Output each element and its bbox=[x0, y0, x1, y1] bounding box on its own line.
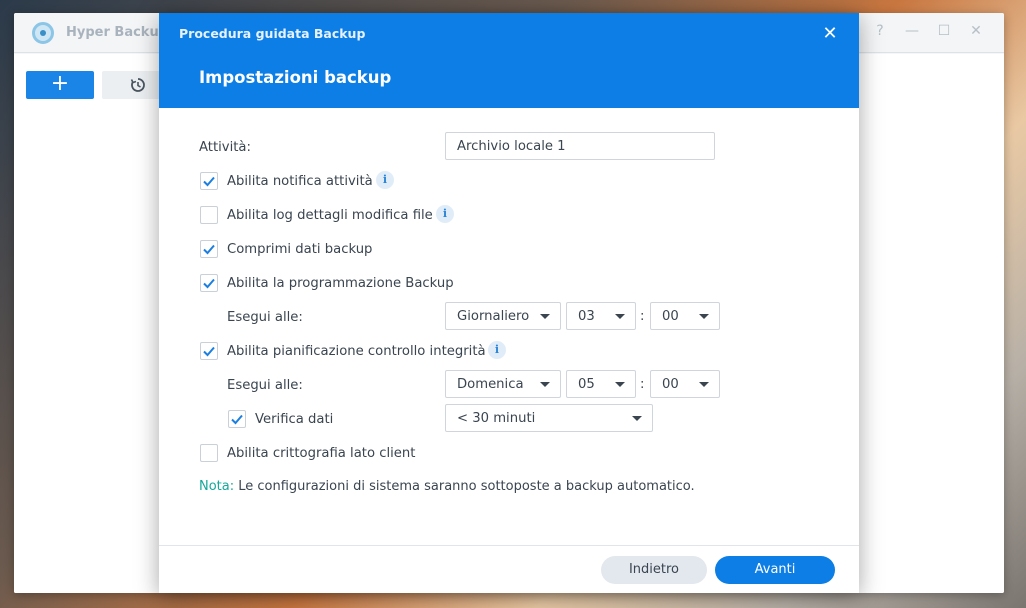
dialog-content: Attività: Abilita notifica attività i Ab… bbox=[159, 108, 859, 545]
compress-checkbox[interactable] bbox=[200, 240, 218, 258]
minimize-icon[interactable]: — bbox=[903, 23, 921, 39]
chevron-down-icon bbox=[615, 382, 625, 387]
hyper-backup-logo-icon bbox=[32, 22, 54, 44]
backup-wizard-dialog: Procedura guidata Backup ✕ Impostazioni … bbox=[159, 13, 859, 593]
time-separator: : bbox=[640, 309, 645, 324]
maximize-icon[interactable]: ☐ bbox=[935, 23, 953, 39]
notify-label: Abilita notifica attività bbox=[227, 174, 373, 189]
log-info-icon[interactable]: i bbox=[436, 205, 454, 223]
time-separator: : bbox=[640, 377, 645, 392]
add-task-button[interactable]: + bbox=[26, 71, 94, 99]
verify-label: Verifica dati bbox=[255, 412, 334, 427]
dialog-footer: Indietro Avanti bbox=[159, 545, 859, 593]
checkmark-icon bbox=[203, 346, 215, 357]
integrity-label: Abilita pianificazione controllo integri… bbox=[227, 344, 486, 359]
compress-label: Comprimi dati backup bbox=[227, 242, 373, 257]
log-label: Abilita log dettagli modifica file bbox=[227, 208, 433, 223]
schedule-minute-select[interactable]: 00 bbox=[650, 302, 720, 330]
integrity-day-value: Domenica bbox=[457, 377, 524, 392]
note: Nota: Le configurazioni di sistema saran… bbox=[199, 479, 695, 494]
integrity-run-label: Esegui alle: bbox=[227, 378, 303, 393]
back-button[interactable]: Indietro bbox=[601, 556, 707, 584]
close-icon[interactable]: ✕ bbox=[821, 23, 839, 44]
next-button[interactable]: Avanti bbox=[715, 556, 835, 584]
dialog-header: Procedura guidata Backup ✕ Impostazioni … bbox=[159, 13, 859, 108]
note-label: Nota: bbox=[199, 479, 235, 494]
app-sidebar: + bbox=[14, 54, 170, 593]
app-close-icon[interactable]: ✕ bbox=[967, 23, 985, 39]
notify-info-icon[interactable]: i bbox=[376, 171, 394, 189]
task-label: Attività: bbox=[199, 140, 251, 155]
chevron-down-icon bbox=[540, 382, 550, 387]
schedule-frequency-value: Giornaliero bbox=[457, 309, 530, 324]
schedule-label: Abilita la programmazione Backup bbox=[227, 276, 454, 291]
encrypt-checkbox[interactable] bbox=[200, 444, 218, 462]
encrypt-label: Abilita crittografia lato client bbox=[227, 446, 416, 461]
schedule-minute-value: 00 bbox=[662, 309, 679, 324]
verify-duration-value: < 30 minuti bbox=[457, 411, 536, 426]
checkmark-icon bbox=[231, 414, 243, 425]
chevron-down-icon bbox=[699, 382, 709, 387]
note-text: Le configurazioni di sistema saranno sot… bbox=[234, 479, 695, 494]
notify-checkbox[interactable] bbox=[200, 172, 218, 190]
schedule-hour-select[interactable]: 03 bbox=[566, 302, 636, 330]
integrity-hour-select[interactable]: 05 bbox=[566, 370, 636, 398]
chevron-down-icon bbox=[615, 314, 625, 319]
help-icon[interactable]: ? bbox=[871, 23, 889, 39]
wizard-title: Procedura guidata Backup bbox=[179, 26, 366, 41]
schedule-frequency-select[interactable]: Giornaliero bbox=[445, 302, 561, 330]
integrity-day-select[interactable]: Domenica bbox=[445, 370, 561, 398]
verify-checkbox[interactable] bbox=[228, 410, 246, 428]
chevron-down-icon bbox=[632, 416, 642, 421]
chevron-down-icon bbox=[540, 314, 550, 319]
schedule-hour-value: 03 bbox=[578, 309, 595, 324]
integrity-minute-select[interactable]: 00 bbox=[650, 370, 720, 398]
history-icon bbox=[130, 78, 145, 92]
checkmark-icon bbox=[203, 278, 215, 289]
log-checkbox[interactable] bbox=[200, 206, 218, 224]
verify-duration-select[interactable]: < 30 minuti bbox=[445, 404, 653, 432]
integrity-checkbox[interactable] bbox=[200, 342, 218, 360]
checkmark-icon bbox=[203, 176, 215, 187]
step-title: Impostazioni backup bbox=[199, 68, 392, 87]
schedule-checkbox[interactable] bbox=[200, 274, 218, 292]
integrity-hour-value: 05 bbox=[578, 377, 595, 392]
integrity-minute-value: 00 bbox=[662, 377, 679, 392]
app-title: Hyper Backup bbox=[66, 25, 169, 40]
checkmark-icon bbox=[203, 244, 215, 255]
schedule-run-label: Esegui alle: bbox=[227, 310, 303, 325]
chevron-down-icon bbox=[699, 314, 709, 319]
task-name-input[interactable] bbox=[445, 132, 715, 160]
integrity-info-icon[interactable]: i bbox=[488, 341, 506, 359]
